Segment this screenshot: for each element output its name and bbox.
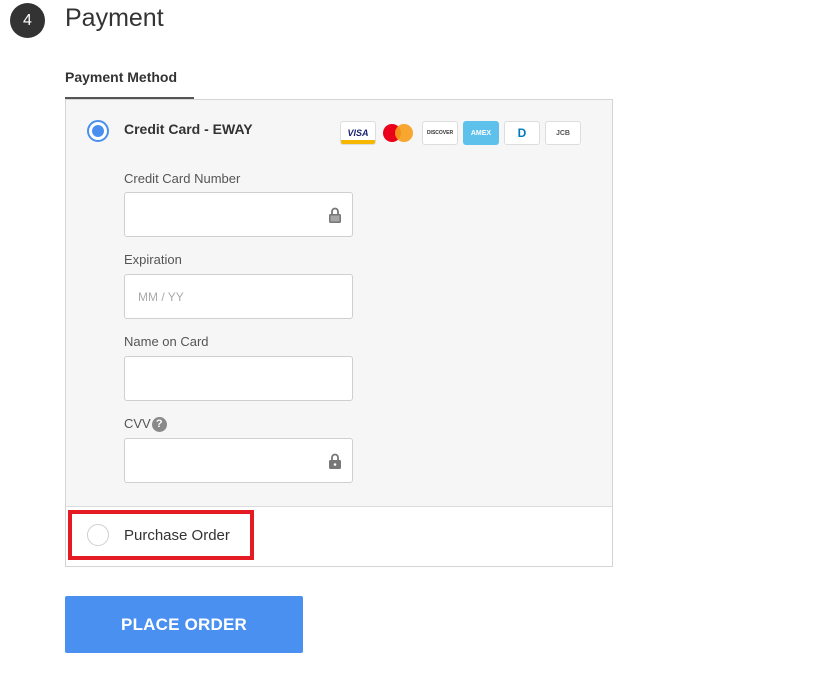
step-number-badge: 4 <box>10 3 45 38</box>
name-on-card-input[interactable] <box>125 357 328 400</box>
expiration-label: Expiration <box>124 252 182 267</box>
lock-icon <box>329 207 341 223</box>
discover-logo: DISCOVER <box>422 121 458 145</box>
card-number-input[interactable] <box>125 193 328 236</box>
card-logos: VISA DISCOVER AMEX D JCB <box>340 121 581 145</box>
page-title: Payment <box>65 4 164 32</box>
diners-logo: D <box>504 121 540 145</box>
cvv-label: CVV? <box>124 416 167 433</box>
card-number-label: Credit Card Number <box>124 171 241 186</box>
cvv-field[interactable] <box>124 438 353 483</box>
purchase-order-radio[interactable] <box>87 524 109 546</box>
cvv-input[interactable] <box>125 439 328 482</box>
place-order-button[interactable]: PLACE ORDER <box>65 596 303 653</box>
jcb-logo: JCB <box>545 121 581 145</box>
name-on-card-field[interactable] <box>124 356 353 401</box>
payment-methods-panel: Credit Card - EWAY VISA DISCOVER AMEX D … <box>65 99 613 567</box>
card-number-field[interactable] <box>124 192 353 237</box>
credit-card-section: Credit Card - EWAY VISA DISCOVER AMEX D … <box>66 100 612 507</box>
help-icon[interactable]: ? <box>151 417 167 433</box>
amex-logo: AMEX <box>463 121 499 145</box>
lock-icon <box>329 453 341 469</box>
credit-card-radio[interactable] <box>87 120 109 142</box>
cvv-label-text: CVV <box>124 416 151 431</box>
visa-logo: VISA <box>340 121 376 145</box>
mastercard-logo <box>381 121 417 145</box>
expiration-field[interactable] <box>124 274 353 319</box>
payment-method-label: Payment Method <box>65 69 178 85</box>
credit-card-option-label[interactable]: Credit Card - EWAY <box>124 121 253 137</box>
name-on-card-label: Name on Card <box>124 334 209 349</box>
expiration-input[interactable] <box>125 275 328 318</box>
purchase-order-option-label[interactable]: Purchase Order <box>124 527 230 544</box>
